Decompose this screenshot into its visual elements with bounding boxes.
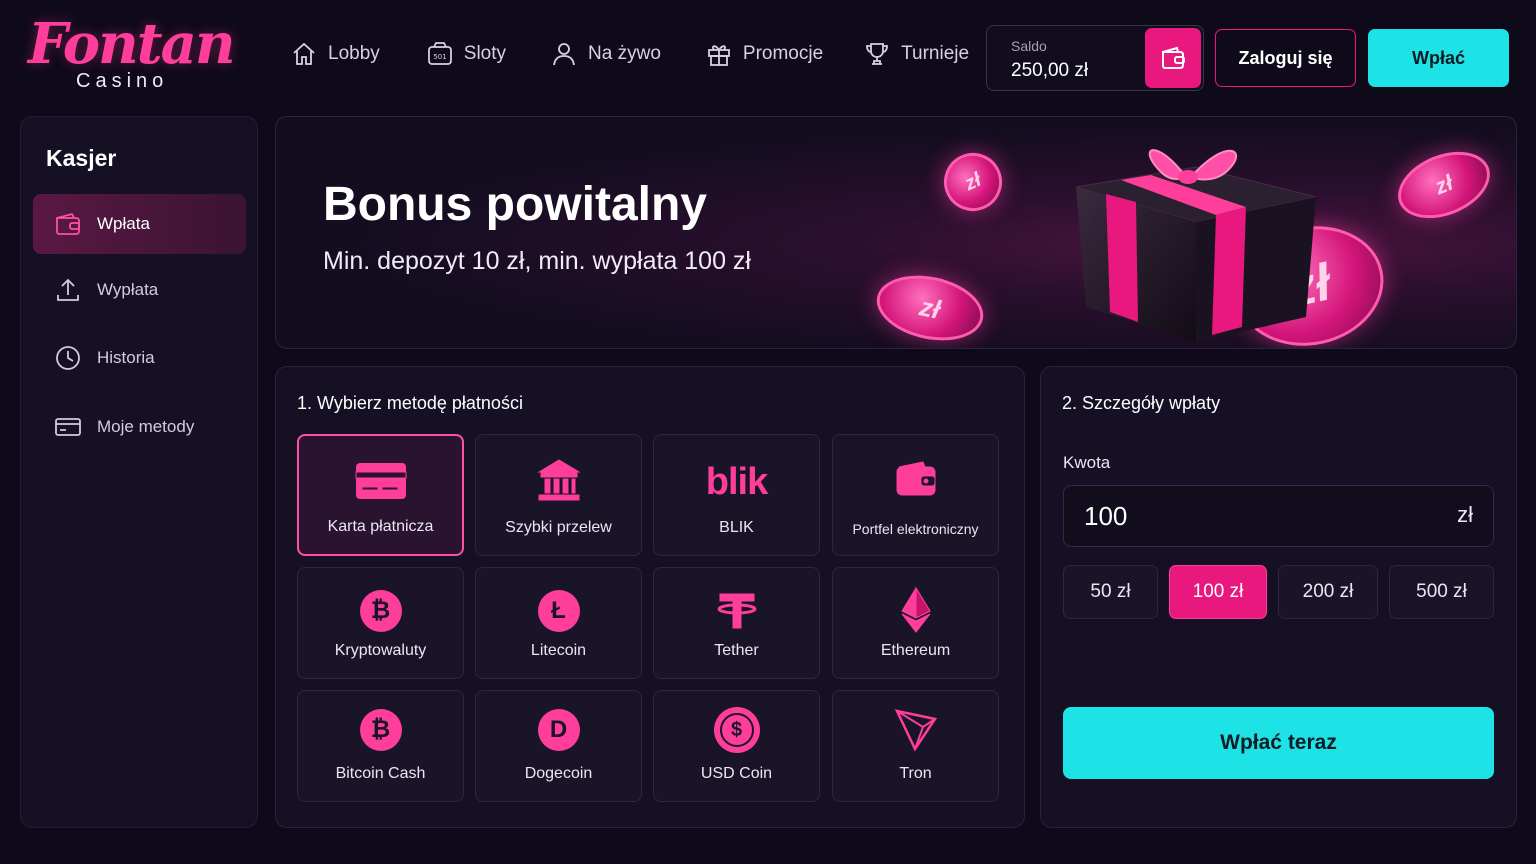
clock-icon: [56, 346, 80, 370]
cashier-sidebar: Kasjer Wpłata Wypłata Historia Moje meto…: [20, 116, 258, 828]
method-usd-coin[interactable]: $ USD Coin: [653, 690, 820, 802]
coin-icon: zł: [870, 266, 990, 348]
home-icon: [293, 42, 315, 65]
method-label: USD Coin: [700, 765, 773, 782]
method-karta-platnicza[interactable]: Karta płatnicza: [297, 434, 464, 556]
bitcoin-icon: ₿: [359, 590, 402, 632]
svg-text:501: 501: [433, 53, 446, 61]
wallet-icon: [896, 461, 935, 496]
dogecoin-icon: D: [537, 709, 580, 751]
method-label: Portfel elektroniczny: [852, 521, 979, 537]
sidebar-title: Kasjer: [46, 145, 117, 171]
method-litecoin[interactable]: Ł Litecoin: [475, 567, 642, 679]
amount-value: 100: [1084, 501, 1128, 531]
wallet-icon: [56, 212, 80, 235]
coin-icon: zł: [1388, 139, 1500, 231]
sidebar-item-label: Wypłata: [97, 280, 159, 299]
nav-label: Sloty: [463, 43, 507, 64]
method-label: Bitcoin Cash: [335, 765, 426, 782]
sidebar-item-wplata[interactable]: Wpłata: [33, 194, 246, 254]
sidebar-item-label: Wpłata: [97, 214, 150, 233]
nav-label: Na żywo: [588, 43, 661, 64]
nav-label: Lobby: [328, 43, 380, 64]
method-label: Ethereum: [880, 642, 951, 659]
preset-100[interactable]: 100 zł: [1169, 565, 1267, 619]
tron-icon: [894, 709, 937, 752]
method-label: Karta płatnicza: [327, 518, 434, 535]
bitcoin-cash-icon: ₿: [359, 709, 402, 751]
banner-title: Bonus powitalny: [323, 178, 707, 231]
method-label: Dogecoin: [524, 765, 593, 782]
method-tron[interactable]: Tron: [832, 690, 999, 802]
slot-icon: 501: [427, 42, 452, 65]
bank-icon: [536, 459, 581, 501]
wallet-icon: [1162, 46, 1185, 69]
nav-item-lobby[interactable]: Lobby: [290, 36, 380, 72]
method-ethereum[interactable]: Ethereum: [832, 567, 999, 679]
user-icon: [553, 43, 575, 66]
brand-name: Fontan: [28, 11, 236, 77]
header-deposit-button[interactable]: Wpłać: [1368, 29, 1509, 87]
panel-title: 2. Szczegóły wpłaty: [1062, 393, 1221, 413]
sidebar-item-moje-metody[interactable]: Moje metody: [33, 397, 246, 457]
deposit-now-button[interactable]: Wpłać teraz: [1063, 707, 1494, 779]
nav-label: Turnieje: [901, 43, 970, 64]
method-label: Kryptowaluty: [334, 642, 427, 659]
login-button[interactable]: Zaloguj się: [1215, 29, 1356, 87]
wallet-button[interactable]: [1145, 28, 1201, 88]
amount-label: Kwota: [1063, 453, 1111, 472]
method-bitcoin-cash[interactable]: ₿ Bitcoin Cash: [297, 690, 464, 802]
balance-box: Saldo 250,00 zł: [986, 25, 1204, 91]
coin-icon: zł: [934, 143, 1012, 221]
balance-value: 250,00 zł: [1011, 60, 1089, 81]
brand-sub: Casino: [76, 70, 169, 92]
payment-methods-panel: 1. Wybierz metodę płatności Karta płatni…: [275, 366, 1025, 828]
nav-item-turnieje[interactable]: Turnieje: [863, 36, 969, 72]
gift-icon: [707, 45, 730, 66]
trophy-icon: [866, 43, 889, 65]
method-portfel-elektroniczny[interactable]: Portfel elektroniczny: [832, 434, 999, 556]
tether-icon: [717, 593, 756, 629]
sidebar-item-label: Moje metody: [97, 417, 195, 436]
method-dogecoin[interactable]: D Dogecoin: [475, 690, 642, 802]
preset-50[interactable]: 50 zł: [1063, 565, 1158, 619]
nav-item-promocje[interactable]: Promocje: [705, 36, 823, 72]
method-kryptowaluty[interactable]: ₿ Kryptowaluty: [297, 567, 464, 679]
sidebar-item-wyplata[interactable]: Wypłata: [33, 260, 246, 320]
panel-title: 1. Wybierz metodę płatności: [297, 393, 523, 413]
method-label: Szybki przelew: [505, 519, 612, 536]
welcome-bonus-banner[interactable]: Bonus powitalny Min. depozyt 10 zł, min.…: [275, 116, 1517, 349]
top-nav: Lobby 501 Sloty Na żywo Promocje Turniej…: [290, 36, 969, 72]
nav-item-sloty[interactable]: 501 Sloty: [426, 36, 506, 72]
amount-unit: zł: [1457, 502, 1473, 527]
litecoin-icon: Ł: [537, 590, 580, 632]
method-label: Litecoin: [530, 642, 587, 659]
deposit-details-panel: 2. Szczegóły wpłaty Kwota 100 zł 50 zł 1…: [1040, 366, 1517, 828]
preset-200[interactable]: 200 zł: [1278, 565, 1378, 619]
ethereum-icon: [900, 586, 931, 633]
nav-item-na-zywo[interactable]: Na żywo: [550, 36, 661, 72]
usd-coin-icon: $: [713, 707, 760, 753]
preset-500[interactable]: 500 zł: [1389, 565, 1494, 619]
upload-icon: [57, 278, 79, 301]
method-szybki-przelew[interactable]: Szybki przelew: [475, 434, 642, 556]
sidebar-item-historia[interactable]: Historia: [33, 328, 246, 388]
method-label: Tether: [714, 642, 759, 659]
method-label: BLIK: [719, 519, 754, 536]
blik-icon: blik: [705, 461, 768, 503]
sidebar-item-label: Historia: [97, 348, 155, 367]
method-label: Tron: [899, 765, 932, 782]
card-icon: [55, 418, 81, 436]
gift-box-icon: [1075, 149, 1317, 342]
nav-label: Promocje: [742, 43, 824, 64]
method-tether[interactable]: Tether: [653, 567, 820, 679]
brand-logo[interactable]: Fontan Casino: [28, 11, 236, 94]
amount-input[interactable]: 100 zł: [1063, 485, 1494, 547]
balance-label: Saldo: [1011, 38, 1047, 54]
banner-subtitle: Min. depozyt 10 zł, min. wypłata 100 zł: [323, 247, 751, 275]
method-blik[interactable]: blik BLIK: [653, 434, 820, 556]
credit-card-icon: [355, 463, 406, 499]
